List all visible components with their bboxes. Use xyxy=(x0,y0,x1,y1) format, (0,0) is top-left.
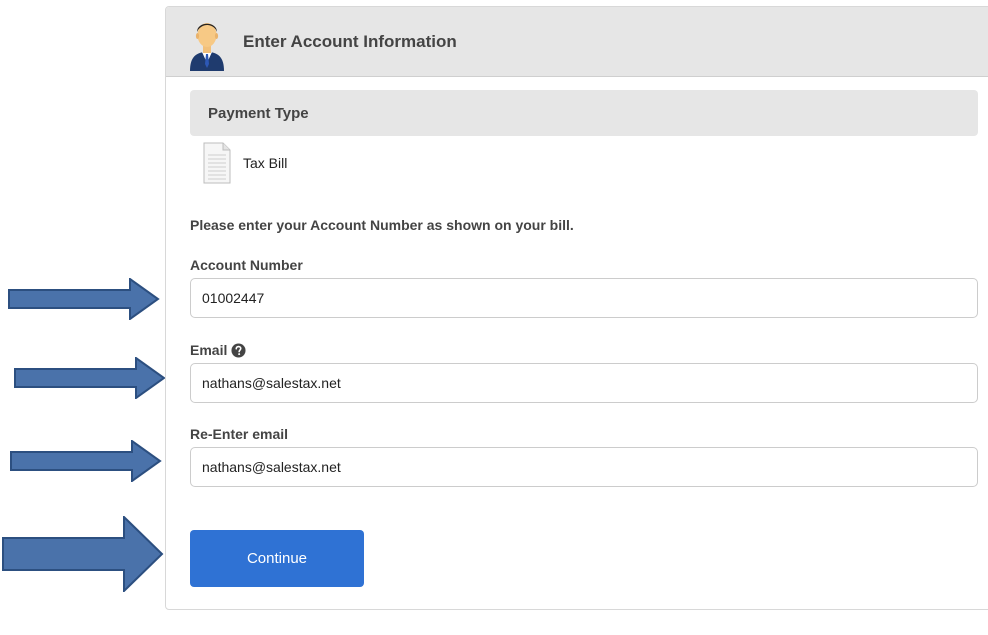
account-info-panel: Enter Account Information Payment Type T… xyxy=(165,6,988,610)
reenter-email-label: Re-Enter email xyxy=(190,426,288,442)
businessman-avatar-icon xyxy=(190,22,224,71)
reenter-email-label-text: Re-Enter email xyxy=(190,426,289,442)
email-label-text: Email xyxy=(190,342,228,358)
continue-button[interactable]: Continue xyxy=(190,530,364,587)
account-number-input[interactable] xyxy=(190,278,978,318)
email-input[interactable] xyxy=(190,363,978,403)
arrow-email xyxy=(14,357,166,399)
payment-type-value: Tax Bill xyxy=(243,155,288,171)
panel-header: Enter Account Information xyxy=(166,7,988,77)
reenter-email-input[interactable] xyxy=(190,447,978,487)
account-number-label-text: Account Number xyxy=(190,257,303,273)
document-icon xyxy=(203,142,231,184)
payment-type-row: Tax Bill xyxy=(202,140,287,186)
form-instructions: Please enter your Account Number as show… xyxy=(190,217,574,233)
question-circle-icon[interactable] xyxy=(231,342,246,358)
arrow-continue xyxy=(2,516,164,592)
arrow-reenter-email xyxy=(10,440,162,482)
arrow-account-number xyxy=(8,278,160,320)
panel-title: Enter Account Information xyxy=(243,31,457,51)
email-label: Email xyxy=(190,342,246,358)
payment-type-heading: Payment Type xyxy=(190,90,978,136)
account-number-label: Account Number xyxy=(190,257,303,273)
